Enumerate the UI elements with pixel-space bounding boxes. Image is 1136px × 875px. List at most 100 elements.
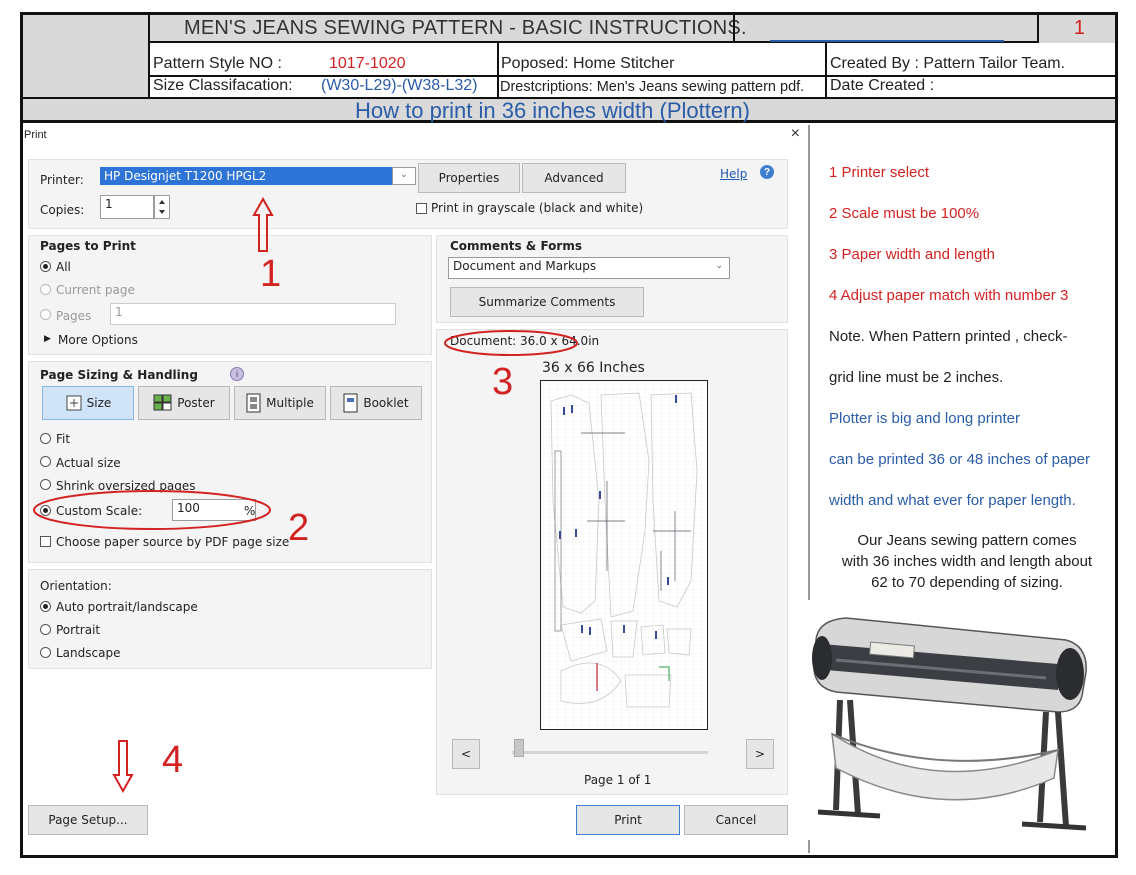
expand-triangle-icon[interactable]: ▶ bbox=[44, 334, 51, 344]
pages-label: Pages bbox=[56, 309, 92, 323]
comments-select[interactable]: Document and Markups ⌄ bbox=[448, 257, 730, 279]
divider bbox=[497, 43, 499, 97]
descriptions-label: Drestcriptions: Men's Jeans sewing patte… bbox=[500, 79, 805, 95]
current-page-label: Current page bbox=[56, 283, 135, 297]
info-icon[interactable]: i bbox=[230, 367, 244, 381]
grayscale-label: Print in grayscale (black and white) bbox=[431, 201, 644, 215]
printer-label: Printer: bbox=[40, 173, 84, 187]
proposed-label: Poposed: Home Stitcher bbox=[501, 55, 675, 72]
printer-dropdown-button[interactable]: ⌄ bbox=[392, 167, 416, 185]
landscape-label: Landscape bbox=[56, 646, 121, 660]
size-class-value: (W30-L29)-(W38-L32) bbox=[321, 77, 478, 94]
size-button[interactable]: Size bbox=[42, 386, 134, 420]
paper-source-checkbox[interactable] bbox=[40, 536, 51, 547]
date-created-label: Date Created : bbox=[830, 77, 935, 94]
divider bbox=[825, 43, 827, 97]
copies-label: Copies: bbox=[40, 203, 85, 217]
poster-button[interactable]: Poster bbox=[138, 386, 230, 420]
logo-area bbox=[23, 15, 150, 97]
paper-source-label: Choose paper source by PDF page size bbox=[56, 535, 290, 549]
page-slider-track[interactable] bbox=[512, 751, 708, 754]
close-icon[interactable]: × bbox=[791, 125, 800, 143]
size-icon bbox=[66, 395, 82, 411]
booklet-button[interactable]: Booklet bbox=[330, 386, 422, 420]
up-arrow-outline-icon bbox=[252, 197, 274, 252]
booklet-icon bbox=[343, 393, 358, 413]
step-3-note: 3 Paper width and length bbox=[829, 246, 995, 263]
preview-caption: 36 x 66 Inches bbox=[542, 360, 645, 376]
copies-spinner[interactable] bbox=[154, 195, 170, 219]
check-note-line-1: Note. When Pattern printed , check- bbox=[829, 328, 1068, 345]
help-link[interactable]: Help bbox=[720, 167, 747, 181]
all-radio[interactable] bbox=[40, 261, 51, 272]
printer-select-value: HP Designjet T1200 HPGL2 bbox=[104, 169, 267, 183]
current-page-radio[interactable] bbox=[40, 284, 51, 295]
divider bbox=[733, 15, 735, 43]
plotter-printer-image bbox=[796, 600, 1098, 840]
page-number: 1 bbox=[1073, 17, 1085, 39]
title-row: MEN'S JEANS SEWING PATTERN - BASIC INSTR… bbox=[150, 15, 1115, 43]
down-arrow-outline-icon bbox=[112, 740, 134, 793]
pattern-style-value: 1017-1020 bbox=[329, 55, 406, 72]
multiple-button[interactable]: Multiple bbox=[234, 386, 326, 420]
fit-label: Fit bbox=[56, 432, 71, 446]
pattern-preview-graphic bbox=[541, 381, 707, 729]
page-indicator: Page 1 of 1 bbox=[584, 773, 652, 787]
check-note-line-2: grid line must be 2 inches. bbox=[829, 369, 1004, 386]
poster-icon bbox=[153, 394, 172, 411]
document-size-highlight bbox=[444, 330, 578, 356]
page-number-box: 1 bbox=[1037, 15, 1115, 43]
print-dialog: Print × Printer: HP Designjet T1200 HPGL… bbox=[24, 125, 810, 853]
next-page-button[interactable]: > bbox=[746, 739, 774, 769]
multiple-icon bbox=[246, 393, 261, 413]
summarize-comments-button[interactable]: Summarize Comments bbox=[450, 287, 644, 317]
pages-input-value: 1 bbox=[115, 305, 123, 319]
dialog-title: Print bbox=[24, 129, 47, 141]
plotter-note-line-3: width and what ever for paper length. bbox=[829, 492, 1076, 509]
spinner-arrows-icon bbox=[159, 200, 165, 214]
plotter-note-line-2: can be printed 36 or 48 inches of paper bbox=[829, 451, 1091, 468]
page-setup-button[interactable]: Page Setup... bbox=[28, 805, 148, 835]
printer-select[interactable]: HP Designjet T1200 HPGL2 bbox=[100, 167, 392, 185]
pages-to-print-heading: Pages to Print bbox=[40, 239, 136, 253]
howto-heading: How to print in 36 inches width (Plotter… bbox=[355, 98, 750, 123]
help-icon[interactable]: ? bbox=[760, 165, 774, 179]
comments-select-value: Document and Markups bbox=[453, 259, 597, 273]
auto-orientation-radio[interactable] bbox=[40, 601, 51, 612]
howto-row: How to print in 36 inches width (Plotter… bbox=[23, 97, 1115, 123]
landscape-radio[interactable] bbox=[40, 647, 51, 658]
more-options-toggle[interactable]: More Options bbox=[58, 333, 138, 347]
plotter-note-line-1: Plotter is big and long printer bbox=[829, 410, 1020, 427]
pattern-style-label: Pattern Style NO : bbox=[153, 55, 282, 72]
pages-radio[interactable] bbox=[40, 309, 51, 320]
previous-page-button[interactable]: < bbox=[452, 739, 480, 769]
annotation-number-2: 2 bbox=[288, 507, 310, 549]
size-class-label: Size Classifacation: bbox=[153, 77, 293, 94]
portrait-radio[interactable] bbox=[40, 624, 51, 635]
fit-radio[interactable] bbox=[40, 433, 51, 444]
advanced-button[interactable]: Advanced bbox=[522, 163, 626, 193]
step-1-note: 1 Printer select bbox=[829, 164, 930, 181]
actual-size-radio[interactable] bbox=[40, 456, 51, 467]
title-underline bbox=[770, 40, 1004, 42]
booklet-button-label: Booklet bbox=[363, 396, 409, 410]
annotation-number-1: 1 bbox=[260, 253, 282, 295]
actual-size-label: Actual size bbox=[56, 456, 121, 470]
cancel-button[interactable]: Cancel bbox=[684, 805, 788, 835]
print-button[interactable]: Print bbox=[576, 805, 680, 835]
jeans-note-line-2: with 36 inches width and length about bbox=[841, 553, 1093, 570]
comments-forms-heading: Comments & Forms bbox=[450, 239, 582, 253]
step-2-note: 2 Scale must be 100% bbox=[829, 205, 980, 222]
pages-input[interactable]: 1 bbox=[110, 303, 396, 325]
page-slider-thumb[interactable] bbox=[514, 739, 524, 757]
grayscale-checkbox[interactable] bbox=[416, 203, 427, 214]
orientation-heading: Orientation: bbox=[40, 579, 112, 593]
properties-button[interactable]: Properties bbox=[418, 163, 520, 193]
jeans-note-line-3: 62 to 70 depending of sizing. bbox=[871, 574, 1063, 591]
custom-scale-highlight bbox=[33, 490, 271, 530]
annotation-number-4: 4 bbox=[162, 739, 184, 781]
jeans-note-line-1: Our Jeans sewing pattern comes bbox=[857, 532, 1077, 549]
step-4-note: 4 Adjust paper match with number 3 bbox=[829, 287, 1069, 304]
copies-input[interactable]: 1 bbox=[100, 195, 154, 219]
size-button-label: Size bbox=[86, 396, 112, 410]
